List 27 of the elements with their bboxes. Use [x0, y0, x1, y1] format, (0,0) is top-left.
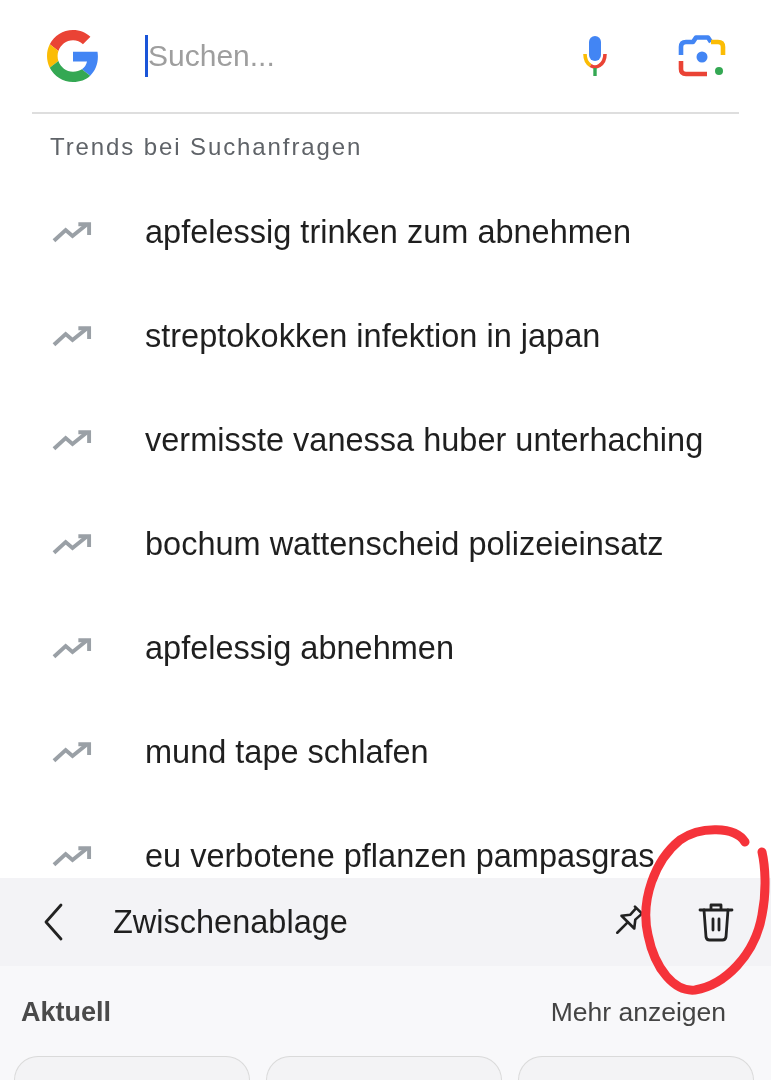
- trending-up-icon: [52, 221, 93, 243]
- trend-suggestion[interactable]: eu verbotene pflanzen pampasgras: [145, 837, 655, 875]
- trend-suggestion[interactable]: apfelessig abnehmen: [145, 629, 454, 667]
- trending-up-icon: [52, 429, 93, 451]
- trending-up-icon: [52, 741, 93, 763]
- panel-title: Zwischenablage: [113, 903, 348, 941]
- trash-icon[interactable]: [697, 902, 735, 942]
- search-field[interactable]: Suchen...: [148, 36, 558, 76]
- trending-up-icon: [52, 637, 93, 659]
- clipboard-item[interactable]: [266, 1056, 502, 1080]
- trend-suggestion[interactable]: streptokokken infektion in japan: [145, 317, 601, 355]
- g-logo-icon: [47, 30, 99, 82]
- section-heading: Trends bei Suchanfragen: [50, 132, 363, 162]
- camera-icon[interactable]: [677, 34, 727, 78]
- show-more-link[interactable]: Mehr anzeigen: [550, 996, 726, 1028]
- trend-suggestion[interactable]: vermisste vanessa huber unterhaching: [145, 421, 704, 459]
- trend-suggestion[interactable]: mund tape schlafen: [145, 733, 429, 771]
- trending-up-icon: [52, 533, 93, 555]
- back-chevron-icon[interactable]: [43, 903, 63, 941]
- trending-up-icon: [52, 845, 93, 867]
- section-label: Aktuell: [21, 996, 112, 1028]
- clipboard-item[interactable]: [14, 1056, 250, 1080]
- trend-suggestion[interactable]: bochum wattenscheid polizeieinsatz: [145, 525, 664, 563]
- microphone-icon[interactable]: [582, 35, 608, 77]
- trending-up-icon: [52, 325, 93, 347]
- trend-suggestion[interactable]: apfelessig trinken zum abnehmen: [145, 213, 631, 251]
- clipboard-item[interactable]: [518, 1056, 754, 1080]
